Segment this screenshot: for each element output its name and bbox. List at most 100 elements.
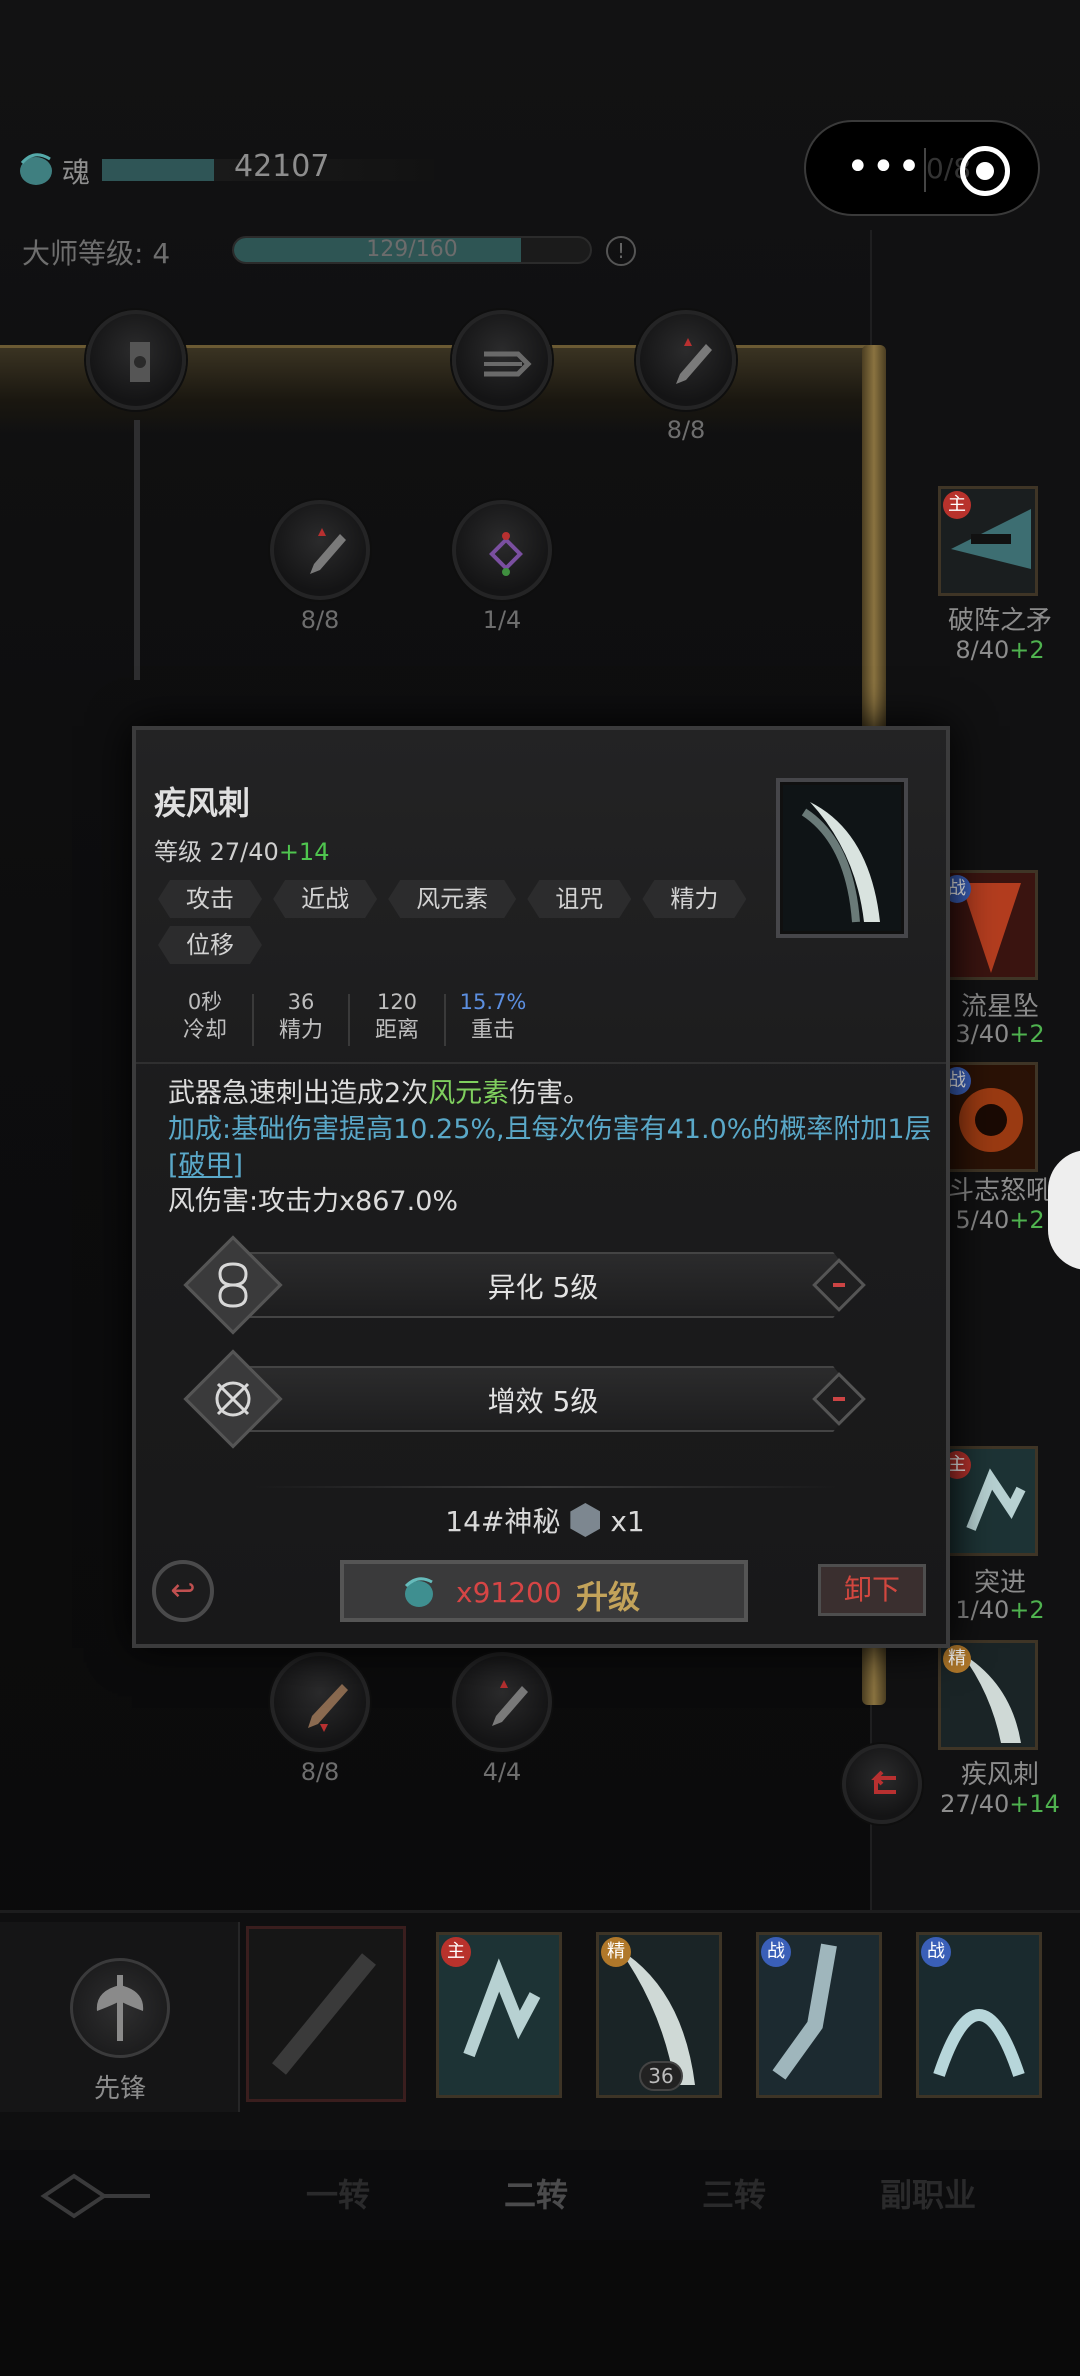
skill-tag: 位移: [158, 926, 262, 964]
upgrade-button[interactable]: x91200 升级: [340, 1560, 748, 1622]
skill-tag: 近战: [273, 880, 377, 918]
empty-skill-slot[interactable]: [246, 1926, 406, 2102]
return-arrow-icon: ↩: [170, 1573, 196, 1608]
unequip-button[interactable]: 卸下: [818, 1564, 926, 1616]
bottom-navigation: 一转 二转 三转 副职业: [0, 2150, 1080, 2240]
mod-label: 异化 5级: [487, 1271, 599, 1304]
dagger-icon: [310, 528, 346, 574]
dagger-icon: [676, 338, 712, 384]
side-skill-card[interactable]: 精: [938, 1640, 1038, 1750]
equipped-skill-slot[interactable]: 战: [756, 1932, 882, 2098]
return-node[interactable]: [842, 1744, 922, 1824]
skill-tag: 精力: [642, 880, 746, 918]
stat-crit: 15.7% 重击: [459, 990, 527, 1043]
master-progress-bar: 129/160: [232, 236, 592, 264]
side-skill-level: 8/40+2: [955, 636, 1045, 664]
side-skill-card[interactable]: 战: [938, 1062, 1038, 1172]
soul-orb-icon: [404, 1577, 433, 1607]
skill-type-badge: 精: [601, 1937, 631, 1967]
tree-node[interactable]: [86, 310, 186, 410]
tab-second-job[interactable]: 二转: [504, 2170, 568, 2216]
blurred-weapon-icon: [272, 1953, 376, 2075]
tab-sub-job[interactable]: 副职业: [880, 2170, 976, 2216]
tree-node[interactable]: [452, 310, 552, 410]
tree-node[interactable]: [270, 500, 370, 600]
class-pioneer[interactable]: 先锋: [0, 1922, 240, 2112]
desc-divider: [136, 1062, 946, 1064]
skill-tag: 攻击: [158, 880, 262, 918]
class-label: 先锋: [93, 2074, 146, 2104]
desc-damage: 风伤害:攻击力x867.0%: [168, 1186, 459, 1217]
mod-alienation[interactable]: 异化 5级: [183, 1235, 898, 1335]
soul-currency: 魂 42107: [14, 145, 434, 197]
stat-range: 120 距离: [374, 990, 419, 1043]
dagger-icon: [492, 1680, 528, 1726]
skill-detail-popup: 疾风刺 等级 27/40+14 攻击 近战 风元素 诅咒 精力 位移 0秒 冷却 …: [132, 726, 950, 1648]
master-level-value: 4: [152, 237, 171, 270]
mod-synergy[interactable]: 增效 5级: [183, 1349, 898, 1449]
skill-tags: 攻击 近战 风元素 诅咒 精力 位移: [158, 880, 758, 972]
skill-type-badge: 战: [761, 1937, 791, 1967]
soul-bar: [102, 159, 214, 181]
node-count: 4/4: [482, 1758, 522, 1786]
banner-icon: [130, 342, 150, 382]
skill-type-badge: 战: [921, 1937, 951, 1967]
wind-dash-icon: [484, 351, 532, 377]
skill-type-badge: 主: [441, 1937, 471, 1967]
back-arrow-icon[interactable]: [34, 2166, 154, 2226]
armor-break-link[interactable]: [破甲]: [168, 1150, 243, 1181]
exclamation-icon[interactable]: !: [606, 236, 636, 266]
side-skill-card[interactable]: 主: [938, 486, 1038, 596]
tree-node[interactable]: [270, 1652, 370, 1752]
equipped-skill-slot[interactable]: 主: [436, 1932, 562, 2098]
master-level-row: 大师等级: 4 129/160 !: [22, 228, 636, 272]
soul-orb-icon: [20, 153, 52, 185]
rune-icon: [489, 532, 523, 576]
equipped-skill-slot[interactable]: 战: [916, 1932, 1042, 2098]
master-level-label: 大师等级: 4: [22, 237, 171, 270]
skill-art-icon: [776, 778, 908, 938]
soul-label: 魂: [62, 156, 91, 189]
tree-connector: [134, 420, 140, 680]
node-count: 8/8: [300, 1758, 340, 1786]
node-count: 8/8: [300, 606, 340, 634]
close-target-icon[interactable]: [960, 146, 1010, 196]
stat-stamina: 36 精力: [278, 990, 323, 1043]
more-dots-icon[interactable]: •••: [846, 147, 921, 188]
tree-node[interactable]: [452, 1652, 552, 1752]
desc-bonus: 加成:基础伤害提高10.25%,且每次伤害有41.0%的概率附加1层[破甲]: [168, 1114, 932, 1181]
miniprogram-capsule: ••• 0/8: [804, 120, 1040, 216]
side-skill-level: 27/40+14: [940, 1790, 1060, 1818]
skill-type-badge: 精: [943, 1645, 971, 1673]
side-skill-name: 破阵之矛: [947, 606, 1052, 636]
equipped-skill-slot[interactable]: 精 36: [596, 1932, 722, 2098]
node-count: 1/4: [482, 606, 522, 634]
skill-description: 武器急速刺出造成2次风元素伤害。 加成:基础伤害提高10.25%,且每次伤害有4…: [168, 1076, 938, 1220]
tree-node[interactable]: [636, 310, 736, 410]
upgrade-cost: x91200: [456, 1576, 562, 1609]
tab-first-job[interactable]: 一转: [306, 2170, 370, 2216]
back-button[interactable]: ↩: [152, 1560, 214, 1622]
mystic-gem-icon: [570, 1503, 601, 1537]
skill-type-badge: 主: [943, 491, 971, 519]
mod-label: 增效 5级: [487, 1385, 599, 1418]
skill-title: 疾风刺: [154, 784, 251, 822]
tree-node[interactable]: [452, 500, 552, 600]
material-name: 14#神秘: [445, 1505, 561, 1538]
node-count: 8/8: [666, 416, 706, 444]
master-progress-text: 129/160: [366, 237, 458, 262]
skill-level: 等级 27/40+14: [154, 838, 330, 866]
side-skill-card[interactable]: 战: [938, 870, 1038, 980]
skill-stats: 0秒 冷却 36 精力 120 距离 15.7% 重击: [158, 988, 538, 1050]
sword-icon: [308, 1684, 348, 1732]
cost-divider: [256, 1486, 836, 1488]
side-skill-name: 疾风刺: [960, 1760, 1039, 1790]
tab-third-job[interactable]: 三转: [702, 2170, 766, 2216]
return-arrow-icon: [871, 1770, 896, 1794]
upgrade-label: 升级: [576, 1578, 641, 1616]
soul-value: 42107: [234, 149, 330, 184]
slot-stamina: 36: [639, 2061, 683, 2091]
battle-axe-icon: [70, 1958, 170, 2058]
skill-tag: 风元素: [388, 880, 516, 918]
desc-main: 武器急速刺出造成2次风元素伤害。: [168, 1078, 591, 1109]
